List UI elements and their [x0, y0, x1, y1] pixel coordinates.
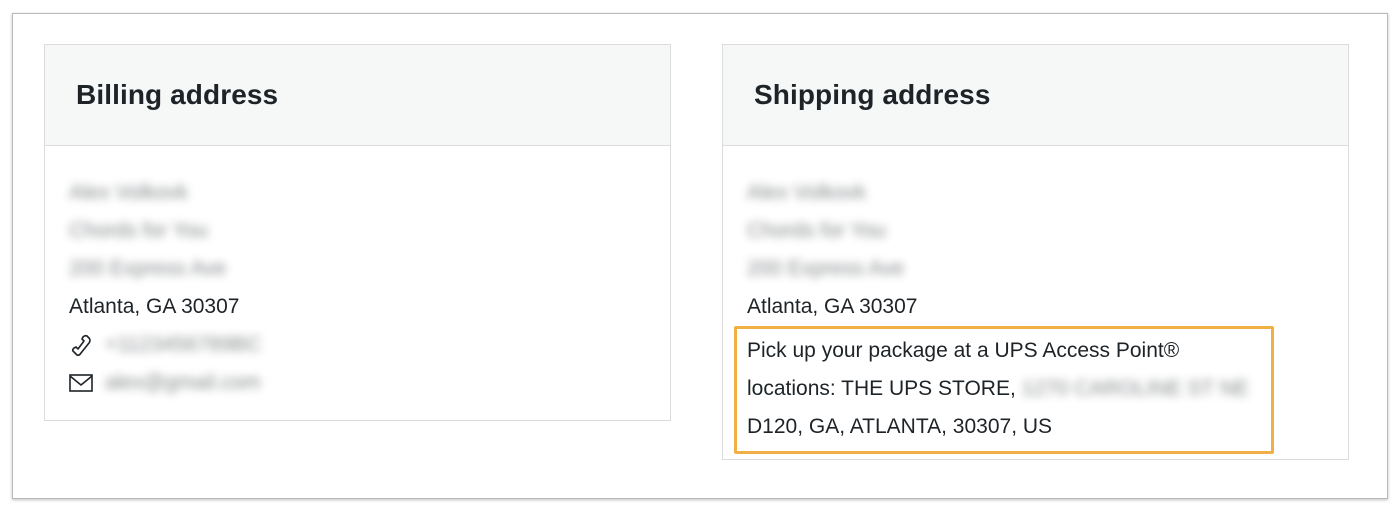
order-address-panel: Billing address Alex Volkovk Chords for … — [12, 13, 1388, 499]
shipping-name: Alex Volkovk — [747, 181, 867, 204]
billing-email-link[interactable]: alex@gmail.com — [105, 364, 261, 402]
billing-email-row: alex@gmail.com — [69, 364, 646, 402]
ups-access-point-notice: Pick up your package at a UPS Access Poi… — [734, 326, 1274, 454]
ups-notice-line-2-text: locations: THE UPS STORE, — [747, 377, 1016, 400]
shipping-address-card: Shipping address Alex Volkovk Chords for… — [722, 44, 1349, 460]
billing-phone-link[interactable]: +1123456789BC — [105, 326, 262, 364]
shipping-company: Chords for You — [747, 219, 886, 242]
billing-street: 200 Express Ave — [69, 257, 227, 280]
billing-address-card: Billing address Alex Volkovk Chords for … — [44, 44, 671, 421]
shipping-city-line: Atlanta, GA 30307 — [747, 295, 918, 318]
billing-address-header: Billing address — [45, 45, 670, 146]
billing-phone-row: +1123456789BC — [69, 326, 646, 364]
billing-city-line: Atlanta, GA 30307 — [69, 295, 240, 318]
ups-notice-line-3: D120, GA, ATLANTA, 30307, US — [747, 415, 1053, 438]
shipping-street: 200 Express Ave — [747, 257, 905, 280]
ups-notice-line-1: Pick up your package at a UPS Access Poi… — [747, 339, 1180, 362]
billing-name: Alex Volkovk — [69, 181, 189, 204]
billing-address-title: Billing address — [76, 79, 279, 110]
billing-company: Chords for You — [69, 219, 208, 242]
ups-notice-line-2: locations: THE UPS STORE, 1270 CAROLINE … — [747, 370, 1261, 408]
shipping-address-header: Shipping address — [723, 45, 1348, 146]
envelope-icon — [69, 372, 95, 394]
phone-icon — [69, 334, 95, 356]
shipping-address-title: Shipping address — [754, 79, 991, 110]
billing-address-body: Alex Volkovk Chords for You 200 Express … — [45, 146, 670, 402]
ups-store-street-blurred: 1270 CAROLINE ST NE — [1021, 377, 1249, 400]
shipping-address-body: Alex Volkovk Chords for You 200 Express … — [723, 146, 1348, 454]
